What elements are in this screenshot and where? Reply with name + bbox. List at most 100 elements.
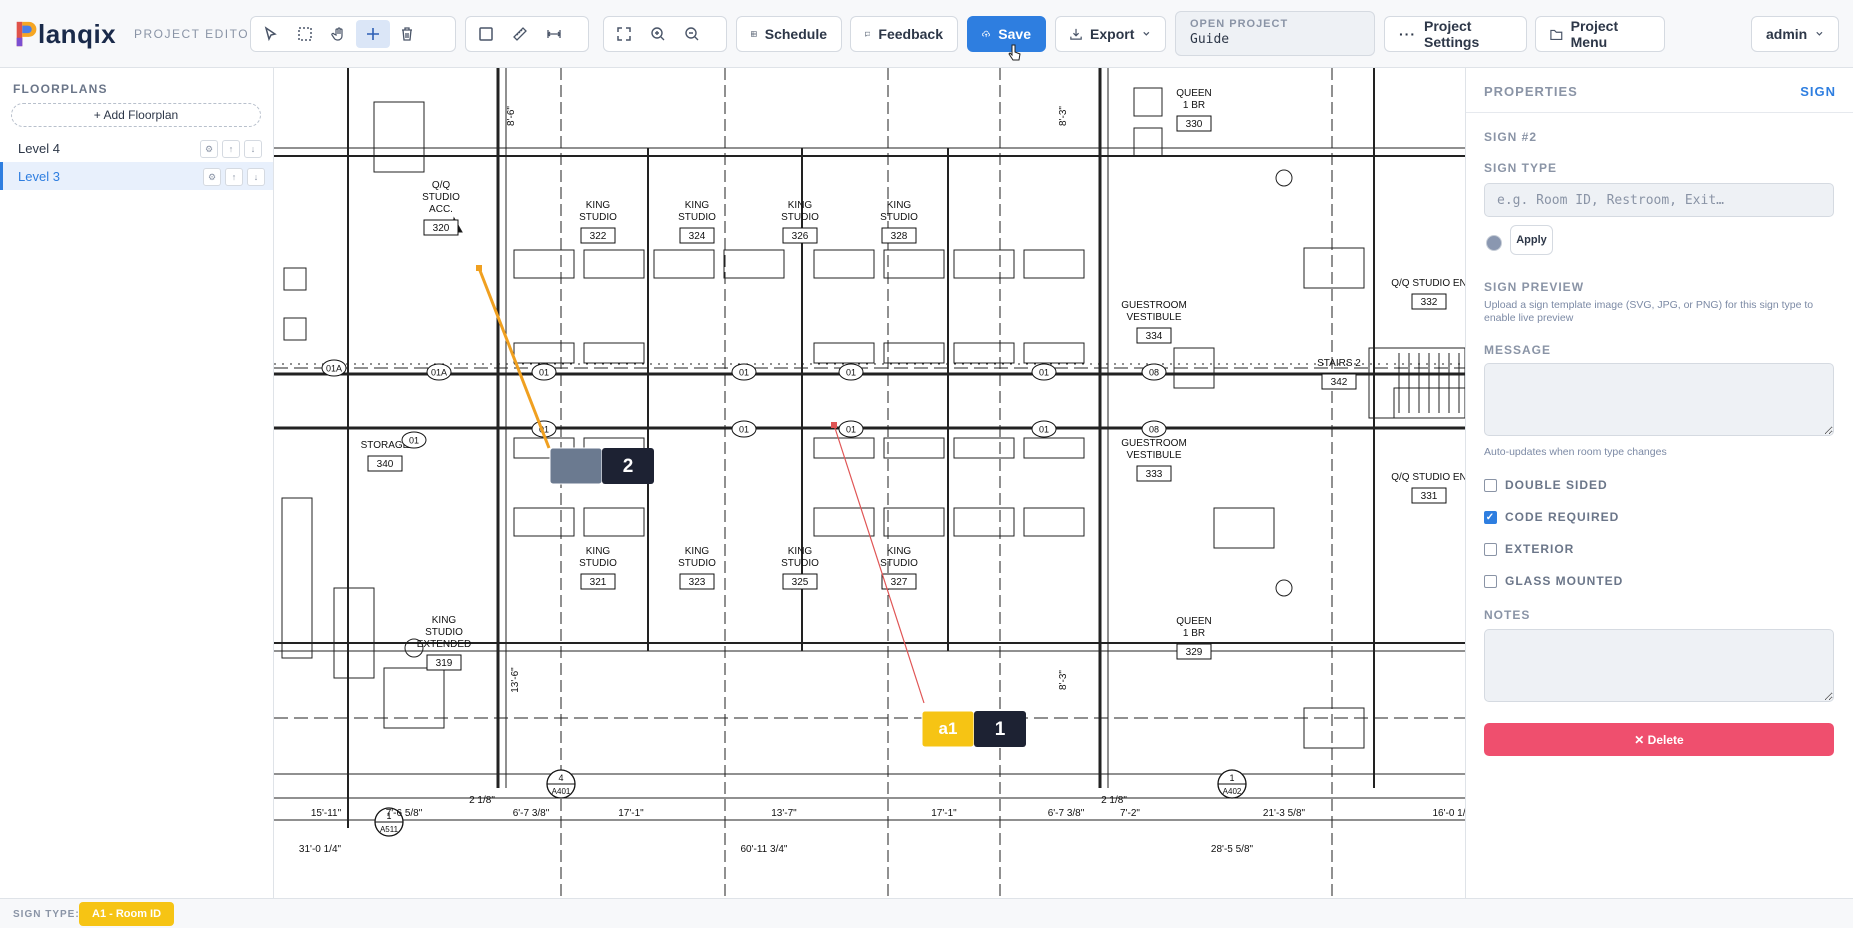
- floorplan-drawing: KINGSTUDIO322KINGSTUDIO324KINGSTUDIO326K…: [274, 68, 1465, 898]
- dimension-text: 21'-3 5/8": [1263, 808, 1306, 819]
- svg-text:KING: KING: [685, 200, 710, 211]
- more-icon: ···: [1399, 26, 1416, 42]
- marquee-tool[interactable]: [288, 20, 322, 48]
- svg-text:KING: KING: [586, 546, 611, 557]
- zoom-in-button[interactable]: [641, 20, 675, 48]
- move-up-icon[interactable]: ↑: [225, 168, 243, 186]
- select-tool[interactable]: [254, 20, 288, 48]
- glass-mounted-checkbox[interactable]: GLASS MOUNTED: [1484, 574, 1623, 588]
- svg-text:332: 332: [1421, 297, 1438, 308]
- dimension-text: 17'-1": [931, 808, 957, 819]
- delete-button[interactable]: ✕ Delete: [1484, 723, 1834, 756]
- rectangle-tool[interactable]: [469, 20, 503, 48]
- svg-text:325: 325: [792, 577, 809, 588]
- room-label: Q/QSTUDIOACC. 320: [422, 180, 460, 236]
- sign-type-status-label: SIGN TYPE:: [13, 909, 80, 920]
- project-settings-button[interactable]: ··· Project Settings: [1384, 16, 1527, 52]
- open-project-selector[interactable]: OPEN PROJECT Guide: [1175, 11, 1375, 56]
- checkbox-box: [1484, 478, 1497, 492]
- door-tags: 01A 01 01 01 0101 01 01 0108080101A: [321, 359, 1167, 449]
- svg-text:KING: KING: [788, 546, 813, 557]
- room-label: KINGSTUDIO 323: [678, 546, 716, 590]
- feedback-button[interactable]: Feedback: [850, 16, 958, 52]
- message-textarea[interactable]: [1484, 363, 1834, 436]
- svg-text:321: 321: [590, 577, 607, 588]
- svg-text:STUDIO: STUDIO: [781, 558, 819, 569]
- svg-text:ACC.: ACC.: [429, 204, 453, 215]
- pan-tool[interactable]: [322, 20, 356, 48]
- room-label: Q/Q STUDIO EN 331: [1391, 472, 1465, 504]
- add-sign-tool[interactable]: [356, 20, 390, 48]
- svg-text:STUDIO: STUDIO: [422, 192, 460, 203]
- sign-type-label: SIGN TYPE: [1484, 161, 1558, 175]
- room-label: KINGSTUDIO 321: [579, 546, 617, 590]
- schedule-button[interactable]: Schedule: [736, 16, 842, 52]
- checkbox-label: EXTERIOR: [1505, 542, 1575, 556]
- floorplan-label: Level 4: [18, 140, 60, 156]
- user-menu-button[interactable]: admin: [1751, 16, 1839, 52]
- save-button[interactable]: Save: [967, 16, 1046, 52]
- sign-marker[interactable]: a1 1: [921, 710, 1026, 748]
- active-sign-type-chip[interactable]: A1 - Room ID: [79, 902, 175, 926]
- floorplan-item-level-3[interactable]: Level 3 ⚙ ↑ ↓: [0, 162, 273, 190]
- svg-text:KING: KING: [432, 615, 457, 626]
- dimension-tool[interactable]: [537, 20, 571, 48]
- zoom-out-button[interactable]: [675, 20, 709, 48]
- exterior-checkbox[interactable]: EXTERIOR: [1484, 542, 1574, 556]
- add-floorplan-button[interactable]: + Add Floorplan: [11, 103, 261, 127]
- svg-text:STUDIO: STUDIO: [880, 558, 918, 569]
- sign-anchor-point[interactable]: [476, 265, 482, 271]
- delete-tool[interactable]: [390, 20, 424, 48]
- sign-color-dot[interactable]: [1486, 235, 1502, 251]
- notes-textarea[interactable]: [1484, 629, 1834, 702]
- svg-text:340: 340: [377, 459, 394, 470]
- move-up-icon[interactable]: ↑: [222, 140, 240, 158]
- svg-text:331: 331: [1421, 491, 1438, 502]
- dimension-text: 13'-7": [771, 808, 797, 819]
- double-sided-checkbox[interactable]: DOUBLE SIDED: [1484, 478, 1608, 492]
- feedback-label: Feedback: [878, 26, 943, 42]
- trash-icon: [402, 27, 412, 41]
- floorplan-item-level-4[interactable]: Level 4 ⚙ ↑ ↓: [0, 134, 273, 162]
- svg-text:01: 01: [846, 425, 856, 435]
- floorplans-title: FLOORPLANS: [13, 82, 108, 96]
- svg-text:STUDIO: STUDIO: [880, 212, 918, 223]
- svg-text:333: 333: [1146, 469, 1163, 480]
- svg-text:GUESTROOM: GUESTROOM: [1121, 300, 1187, 311]
- svg-text:329: 329: [1186, 647, 1203, 658]
- svg-text:1 BR: 1 BR: [1183, 100, 1205, 111]
- svg-text:334: 334: [1146, 331, 1163, 342]
- sign-marker[interactable]: 2: [549, 447, 654, 485]
- open-project-label: OPEN PROJECT: [1190, 18, 1289, 30]
- pointer-icon: [264, 26, 277, 42]
- floorplan-canvas[interactable]: KING STUDIO 322 KING STUDIO 324 KING STUDIO 326 K…: [274, 68, 1466, 898]
- project-menu-label: Project Menu: [1570, 18, 1619, 50]
- svg-text:A401: A401: [552, 787, 571, 796]
- divider: [1466, 112, 1853, 113]
- properties-kind: SIGN: [1800, 84, 1836, 99]
- apply-button[interactable]: Apply: [1510, 225, 1553, 255]
- export-button[interactable]: Export: [1055, 16, 1166, 52]
- code-required-checkbox[interactable]: ✓ CODE REQUIRED: [1484, 510, 1619, 524]
- dimension-text: 8'-6": [506, 106, 517, 126]
- svg-text:01: 01: [739, 425, 749, 435]
- room-label: KINGSTUDIO 326: [781, 200, 819, 244]
- logo-mark-icon: [16, 21, 37, 47]
- svg-text:326: 326: [792, 231, 809, 242]
- sign-code: a1: [939, 719, 958, 738]
- svg-text:1: 1: [1229, 773, 1234, 783]
- svg-text:01: 01: [846, 368, 856, 378]
- settings-icon[interactable]: ⚙: [200, 140, 218, 158]
- move-down-icon[interactable]: ↓: [247, 168, 265, 186]
- measure-tool[interactable]: [503, 20, 537, 48]
- sign-type-input[interactable]: [1484, 183, 1834, 217]
- project-menu-button[interactable]: Project Menu: [1535, 16, 1665, 52]
- move-down-icon[interactable]: ↓: [244, 140, 262, 158]
- folder-icon: [1550, 29, 1563, 40]
- settings-icon[interactable]: ⚙: [203, 168, 221, 186]
- dimension-text: 31'-0 1/4": [299, 844, 342, 855]
- fit-view-button[interactable]: [607, 20, 641, 48]
- svg-text:STUDIO: STUDIO: [781, 212, 819, 223]
- sign-anchor-point[interactable]: [831, 422, 837, 428]
- draw-tool-group: [250, 16, 456, 52]
